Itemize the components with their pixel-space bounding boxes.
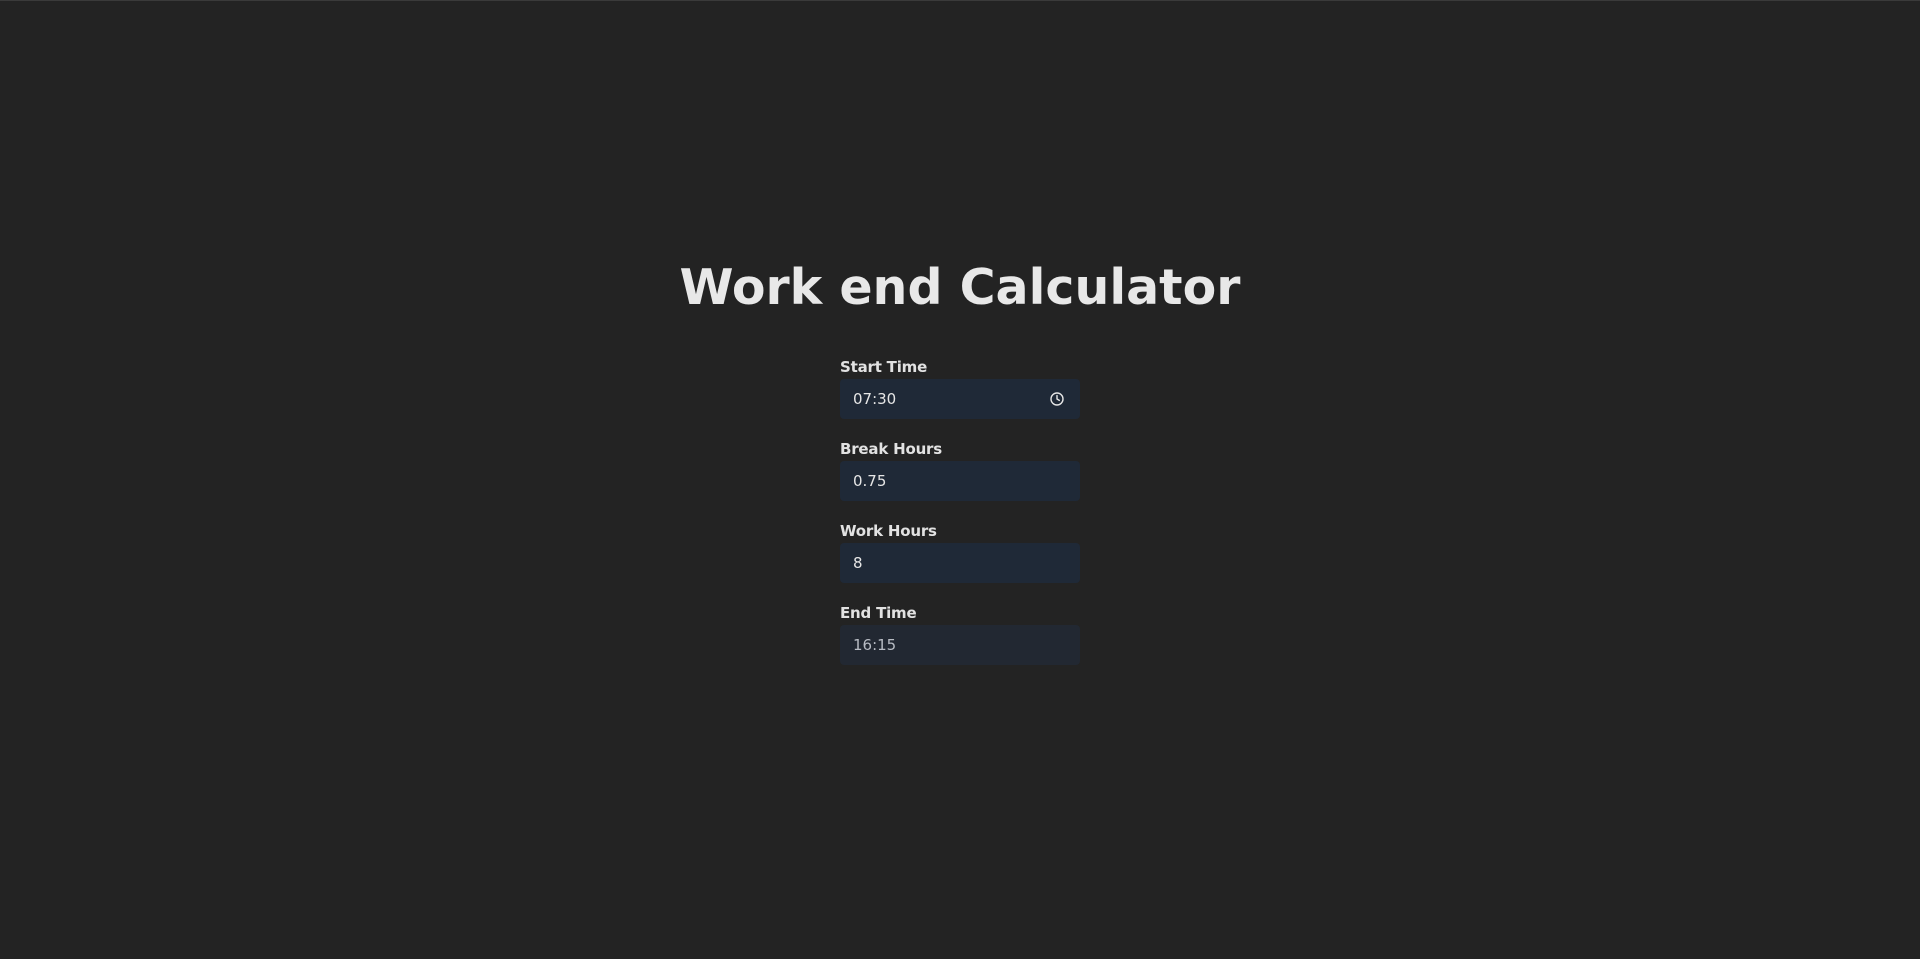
start-time-value: 07:30 <box>853 390 897 408</box>
break-hours-field: Break Hours 0.75 <box>840 439 1080 521</box>
work-hours-value: 8 <box>853 554 863 572</box>
work-hours-field: Work Hours 8 <box>840 521 1080 603</box>
end-time-output: 16:15 <box>840 625 1080 665</box>
work-hours-input[interactable]: 8 <box>840 543 1080 583</box>
start-time-field: Start Time 07:30 <box>840 357 1080 439</box>
clock-icon[interactable] <box>1049 391 1065 407</box>
start-time-label: Start Time <box>840 358 928 376</box>
break-hours-label: Break Hours <box>840 440 942 458</box>
start-time-input[interactable]: 07:30 <box>840 379 1080 419</box>
work-hours-label: Work Hours <box>840 522 937 540</box>
break-hours-value: 0.75 <box>853 472 887 490</box>
break-hours-input[interactable]: 0.75 <box>840 461 1080 501</box>
end-time-label: End Time <box>840 604 917 622</box>
end-time-value: 16:15 <box>853 636 897 654</box>
end-time-field: End Time 16:15 <box>840 603 1080 685</box>
page-title: Work end Calculator <box>679 259 1241 316</box>
calculator-form: Start Time 07:30 Break Hours 0.75 Work H… <box>840 357 1080 685</box>
